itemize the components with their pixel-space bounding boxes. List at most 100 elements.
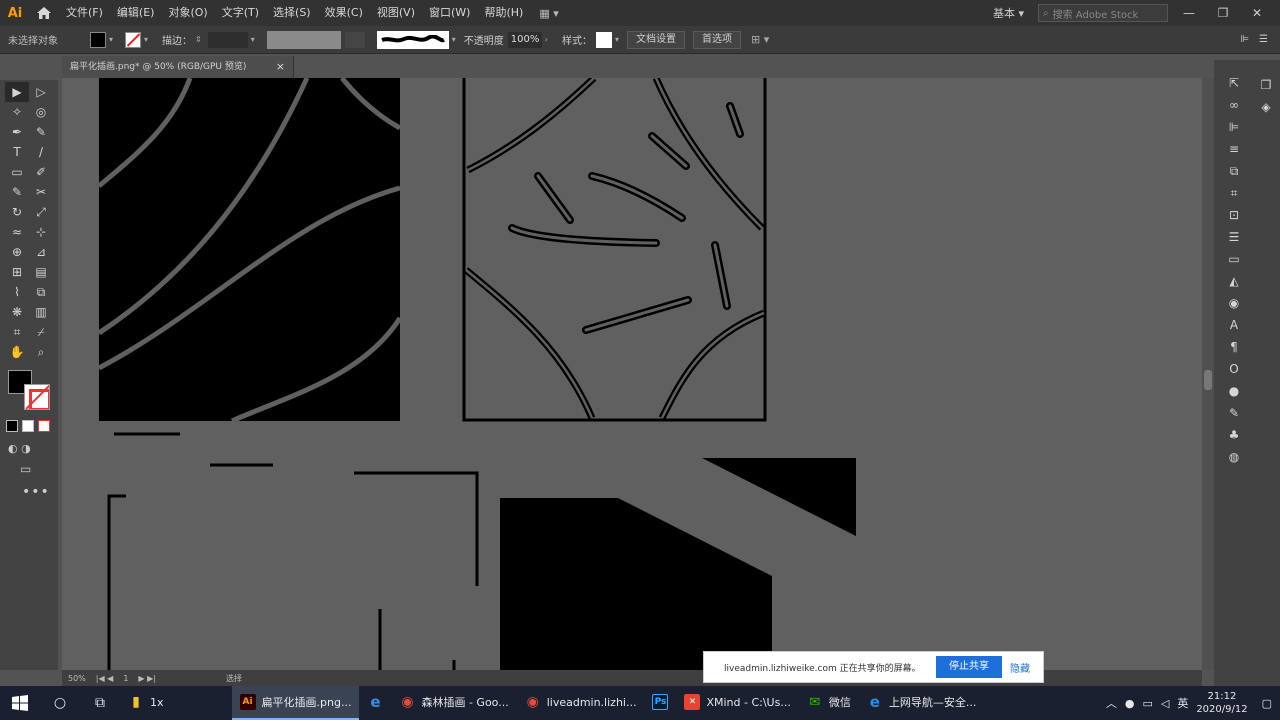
close-icon[interactable]: ✕ [1244, 6, 1270, 20]
close-tab-icon[interactable]: × [276, 56, 285, 78]
paintbrush-icon[interactable]: ✐ [29, 162, 53, 182]
shaper-tool-icon[interactable]: ✎ [5, 182, 29, 202]
clock[interactable]: 21:12 2020/9/12 [1196, 690, 1247, 716]
taskbar-item-chrome-1[interactable]: ◉ 森林插画 - Goo... [391, 686, 516, 720]
curvature-tool-icon[interactable]: ✎ [29, 122, 53, 142]
home-icon[interactable] [30, 0, 58, 26]
artboard-tool-icon[interactable]: ⌗ [5, 322, 29, 342]
selection-tool-icon[interactable]: ▶ [5, 82, 29, 102]
artboard-canvas[interactable] [62, 78, 1202, 670]
stroke-color-swatch[interactable] [125, 31, 142, 48]
pen-tool-icon[interactable]: ✒ [5, 122, 29, 142]
graphic-style-swatch[interactable] [595, 31, 612, 48]
more-tools-icon[interactable]: ••• [22, 484, 50, 500]
workspace-switcher[interactable]: 基本 ▾ [987, 5, 1030, 21]
preferences-button[interactable]: 首选项 [692, 30, 741, 49]
stroke-panel-icon[interactable]: ☰ [1224, 226, 1244, 248]
line-tool-icon[interactable]: / [29, 142, 53, 162]
menu-type[interactable]: 文字(T) [216, 0, 265, 26]
arrange-documents-icon[interactable]: ▦ ▾ [539, 7, 573, 20]
stroke-swatch[interactable] [24, 384, 50, 410]
character-icon[interactable]: A [1224, 314, 1244, 336]
fill-color-swatch[interactable] [90, 31, 106, 48]
taskbar-item-folder[interactable]: ▮ 1x [120, 686, 172, 720]
properties-icon[interactable]: ≡ [1224, 138, 1244, 160]
opentype-icon[interactable]: O [1224, 358, 1244, 380]
menu-file[interactable]: 文件(F) [60, 0, 109, 26]
menu-help[interactable]: 帮助(H) [478, 0, 529, 26]
link-icon[interactable]: ∞ [1224, 94, 1244, 116]
chevron-down-icon[interactable]: ▾ [452, 35, 456, 44]
color-panel-icon[interactable]: ● [1224, 380, 1244, 402]
black-polygon-shape[interactable] [500, 498, 772, 670]
free-transform-icon[interactable]: ⊹ [29, 222, 53, 242]
gradient-tool-icon[interactable]: ▤ [29, 262, 53, 282]
lasso-icon[interactable]: ◎ [29, 102, 53, 122]
black-triangle-shape[interactable] [702, 458, 856, 536]
microphone-icon[interactable]: ● [1125, 697, 1135, 710]
arrange-icon[interactable]: ⊞ ▾ [751, 33, 769, 46]
scissors-icon[interactable]: ✂ [29, 182, 53, 202]
taskbar-item-browser[interactable]: e 上网导航—安全... [859, 686, 985, 720]
scale-tool-icon[interactable]: ⤢ [29, 202, 53, 222]
zoom-level[interactable]: 50% [68, 674, 86, 683]
screen-mode-icon[interactable]: ▭ [20, 462, 31, 476]
hide-banner-link[interactable]: 隐藏 [1010, 660, 1030, 675]
menu-edit[interactable]: 编辑(E) [111, 0, 161, 26]
notification-icon[interactable]: ▢ [1262, 697, 1272, 710]
taskbar-item-wechat[interactable]: ✉ 微信 [799, 686, 859, 720]
artboards-icon[interactable]: ⊡ [1224, 204, 1244, 226]
scrollbar-thumb[interactable] [1204, 370, 1212, 390]
black-tree-panel[interactable] [97, 78, 403, 424]
windows-start-icon[interactable] [0, 686, 40, 720]
export-icon[interactable]: ⇱ [1224, 72, 1244, 94]
chevron-down-icon[interactable]: ▾ [615, 35, 619, 44]
eyedropper-icon[interactable]: ⌇ [5, 282, 29, 302]
slice-tool-icon[interactable]: ⌿ [29, 322, 53, 342]
panel-menu-icon[interactable]: ☰ [1259, 34, 1268, 45]
zoom-tool-icon[interactable]: ⌕ [29, 342, 53, 362]
chevron-up-icon[interactable]: ︿ [1106, 695, 1117, 711]
layers-icon[interactable]: ◈ [1256, 96, 1276, 118]
input-method-indicator[interactable]: 英 [1177, 695, 1188, 711]
opacity-input[interactable]: 100% [507, 31, 542, 48]
taskbar-item-chrome-2[interactable]: ◉ liveadmin.lizhi... [517, 686, 645, 720]
perspective-grid-icon[interactable]: ⊿ [29, 242, 53, 262]
fill-stroke-widget[interactable] [8, 370, 52, 410]
direct-selection-tool-icon[interactable]: ▷ [29, 82, 53, 102]
magic-wand-icon[interactable]: ✧ [5, 102, 29, 122]
artboard-nav-icon[interactable]: |◀ ◀ [96, 674, 114, 683]
vertical-scrollbar[interactable] [1202, 78, 1214, 670]
column-graph-icon[interactable]: ▥ [29, 302, 53, 322]
taskbar-item-photoshop[interactable]: Ps [644, 686, 676, 720]
gradient-panel-icon[interactable]: ▭ [1224, 248, 1244, 270]
menu-view[interactable]: 视图(V) [371, 0, 421, 26]
taskbar-item-ie[interactable]: e [359, 686, 391, 720]
stroke-stepper-icon[interactable]: ⇕ [195, 35, 202, 44]
document-tab[interactable]: 扁平化插画.png* @ 50% (RGB/GPU 预览) × [62, 56, 294, 78]
artboard-nav-next-icon[interactable]: ▶ ▶| [138, 674, 156, 683]
symbol-sprayer-icon[interactable]: ❋ [5, 302, 29, 322]
chevron-right-icon[interactable]: › [545, 35, 548, 44]
chevron-down-icon[interactable]: ▾ [109, 35, 113, 44]
rotate-tool-icon[interactable]: ↻ [5, 202, 29, 222]
chevron-down-icon[interactable]: ▾ [251, 35, 255, 44]
symbols-icon[interactable]: ♣ [1224, 424, 1244, 446]
variable-width-profile[interactable] [266, 30, 341, 49]
paragraph-icon[interactable]: ¶ [1224, 336, 1244, 358]
transparency-icon[interactable]: ◭ [1224, 270, 1244, 292]
volume-icon[interactable]: ◁ [1161, 697, 1169, 710]
menu-object[interactable]: 对象(O) [162, 0, 213, 26]
network-icon[interactable]: ▭ [1142, 697, 1152, 710]
brushes-icon[interactable]: ✎ [1224, 402, 1244, 424]
align-panel-icon[interactable]: ⊫ [1224, 116, 1244, 138]
restore-icon[interactable]: ❐ [1210, 6, 1236, 20]
minimize-icon[interactable]: — [1176, 6, 1202, 20]
outlined-leaf-panel[interactable] [462, 78, 767, 422]
draw-mode-icon[interactable]: ◐ ◑ [8, 442, 31, 455]
type-tool-icon[interactable]: T [5, 142, 29, 162]
stock-search-input[interactable]: ⌕ 搜索 Adobe Stock [1038, 4, 1168, 22]
document-setup-button[interactable]: 文档设置 [626, 30, 685, 49]
task-view-icon[interactable]: ⧉ [80, 686, 120, 720]
menu-effect[interactable]: 效果(C) [319, 0, 369, 26]
